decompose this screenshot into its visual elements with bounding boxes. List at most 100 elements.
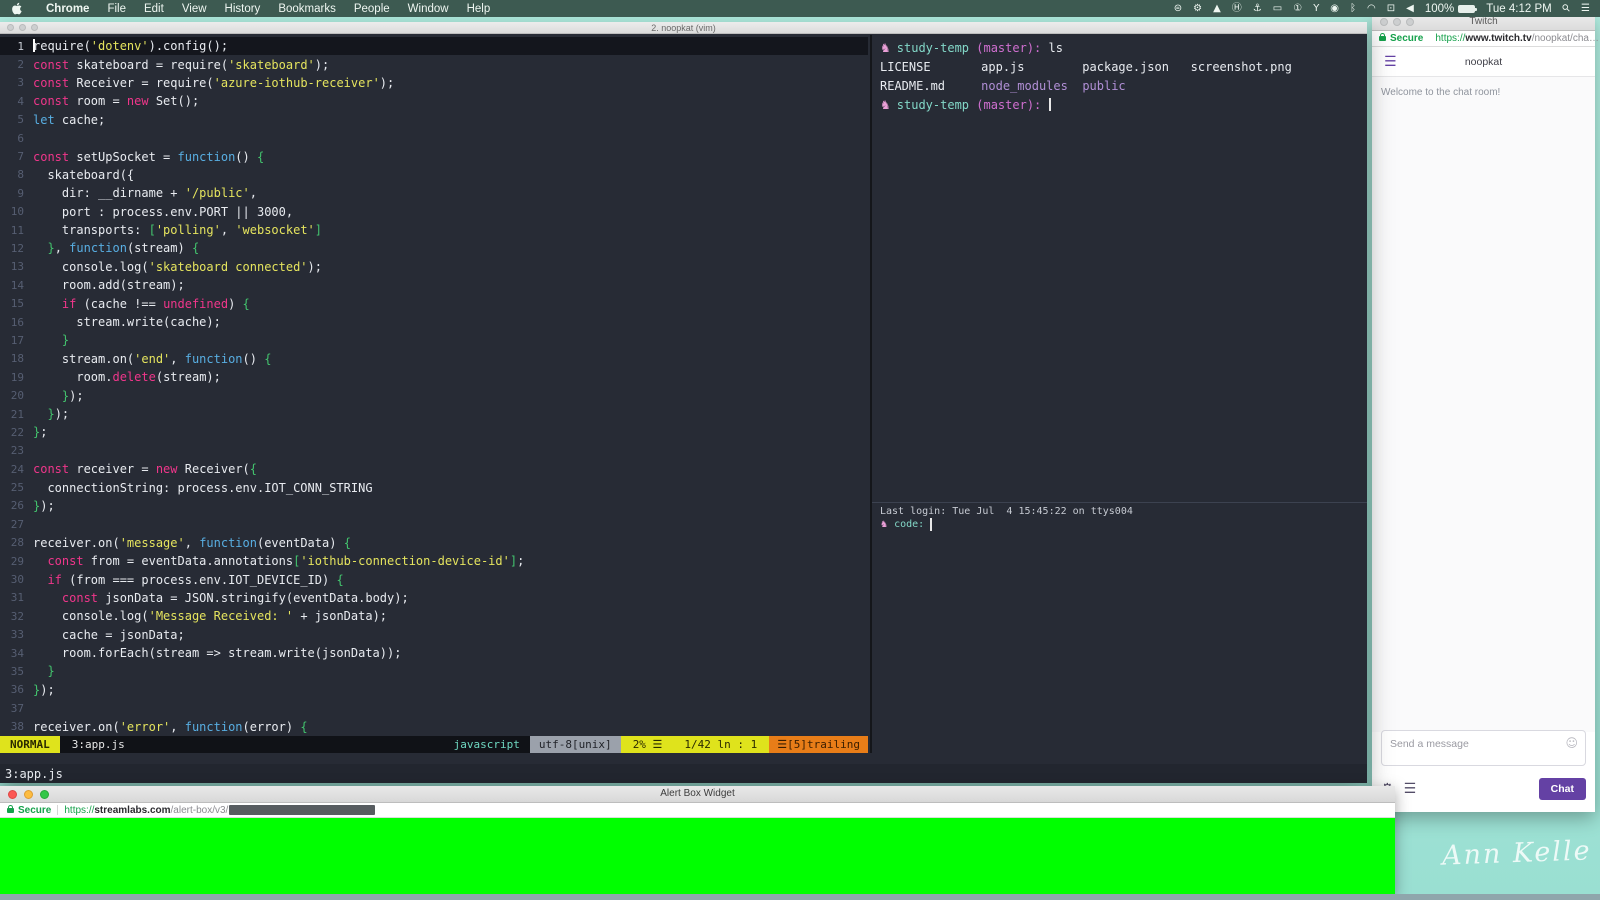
menu-clock[interactable]: Tue 4:12 PM <box>1486 3 1551 15</box>
battery-indicator[interactable]: 100% <box>1425 3 1478 15</box>
alertbox-url-bar[interactable]: Secure https://streamlabs.com/alert-box/… <box>0 803 1395 818</box>
code-line[interactable]: 9 dir: __dirname + '/public', <box>0 184 868 202</box>
code-line[interactable]: 10 port : process.env.PORT || 3000, <box>0 203 868 221</box>
close-button[interactable] <box>1380 18 1388 26</box>
notification-center-icon[interactable]: ☰ <box>1581 0 1590 17</box>
terminal-titlebar[interactable]: 2. noopkat (vim) <box>0 22 1367 34</box>
tmux-window-name: 3:app.js <box>5 766 63 781</box>
line-number: 32 <box>10 609 24 623</box>
bluetooth-icon[interactable]: ᛒ <box>1350 0 1356 17</box>
emote-picker-icon[interactable]: ☺ <box>1565 736 1578 750</box>
code-line[interactable]: 22}; <box>0 423 868 441</box>
code-line[interactable]: 12 }, function(stream) { <box>0 239 868 257</box>
menu-chrome[interactable]: Chrome <box>37 3 98 15</box>
clock-icon[interactable]: ① <box>1293 0 1302 17</box>
code-line[interactable]: 33 cache = jsonData; <box>0 626 868 644</box>
vim-editor-pane[interactable]: 1 require('dotenv').config(); 2 const skate… <box>0 35 868 753</box>
alertbox-titlebar[interactable]: Alert Box Widget <box>0 786 1395 803</box>
zoom-button[interactable] <box>40 789 49 799</box>
menu-window[interactable]: Window <box>399 3 458 15</box>
code-line[interactable]: 2 const skateboard = require('skateboard'… <box>0 55 868 73</box>
code-line[interactable]: 8 skateboard({ <box>0 166 868 184</box>
minimize-button[interactable] <box>19 24 26 31</box>
code-line[interactable]: 17 } <box>0 331 868 349</box>
code-line[interactable]: 21 }); <box>0 405 868 423</box>
code-line[interactable]: 23 <box>0 442 868 460</box>
code-line[interactable]: 11 transports: ['polling', 'websocket'] <box>0 221 868 239</box>
triangle-icon[interactable]: ▲ <box>1213 0 1221 17</box>
code-line[interactable]: 1 require('dotenv').config(); <box>0 37 868 56</box>
code-line[interactable]: 27 <box>0 515 868 533</box>
code-token: ) <box>228 296 243 311</box>
code-token: } <box>47 407 55 421</box>
code-line[interactable]: 26}); <box>0 497 868 515</box>
code-line[interactable]: 16 stream.write(cache); <box>0 313 868 331</box>
twitch-url-bar[interactable]: Secure https://www.twitch.tv/noopkat/cha… <box>1372 31 1599 47</box>
menu-bookmarks[interactable]: Bookmarks <box>269 3 345 15</box>
zoom-button[interactable] <box>1406 18 1414 26</box>
minimize-button[interactable] <box>1393 18 1401 26</box>
code-line[interactable]: 28 receiver.on('message', function(eventD… <box>0 534 868 552</box>
code-text: receiver.on('error', function(error) { <box>33 720 308 734</box>
code-line[interactable]: 19 room.delete(stream); <box>0 368 868 386</box>
zoom-button[interactable] <box>31 24 38 31</box>
window-controls <box>7 24 38 31</box>
docker-icon[interactable]: ⚓ <box>1253 0 1262 17</box>
wifi-icon[interactable]: ◠ <box>1367 0 1376 17</box>
code-line[interactable]: 30 if (from === process.env.IOT_DEVICE_I… <box>0 570 868 588</box>
code-line[interactable]: 7 const setUpSocket = function() { <box>0 147 868 165</box>
spotlight-search-icon[interactable]: ⚲ <box>1558 0 1575 17</box>
shell-prompt[interactable]: ♞ code: <box>880 518 1363 531</box>
code-line[interactable]: 3 const Receiver = require('azure-iothub-… <box>0 74 868 92</box>
y-icon[interactable]: Y <box>1313 0 1319 17</box>
minimize-button[interactable] <box>24 789 33 799</box>
code-line[interactable]: 25 connectionString: process.env.IOT_CON… <box>0 478 868 496</box>
code-line[interactable]: 14 room.add(stream); <box>0 276 868 294</box>
code-line[interactable]: 35 } <box>0 662 868 680</box>
close-button[interactable] <box>8 789 17 799</box>
close-button[interactable] <box>7 24 14 31</box>
h-badge-icon[interactable]: Ⓗ <box>1232 0 1242 17</box>
code-line[interactable]: 34 room.forEach(stream => stream.write(j… <box>0 644 868 662</box>
shell-bottom-pane[interactable]: Last login: Tue Jul 4 15:45:22 on ttys00… <box>880 505 1363 531</box>
code-line[interactable]: 6 <box>0 129 868 147</box>
menu-file[interactable]: File <box>98 3 135 15</box>
code-line[interactable]: 15 if (cache !== undefined) { <box>0 294 868 312</box>
code-line[interactable]: 18 stream.on('end', function() { <box>0 350 868 368</box>
shell-pane[interactable]: ♞ study-temp (master): ls LICENSE app.js p… <box>870 35 1367 753</box>
menu-edit[interactable]: Edit <box>135 3 173 15</box>
code-line[interactable]: 37 <box>0 699 868 717</box>
code-line[interactable]: 29 const from = eventData.annotations['i… <box>0 552 868 570</box>
airplay-icon[interactable]: ⊡ <box>1387 0 1395 17</box>
pane-divider[interactable] <box>872 502 1367 503</box>
apple-icon[interactable] <box>12 2 23 15</box>
vim-line-col: 1/42 ln : 1 <box>684 738 758 751</box>
menu-view[interactable]: View <box>173 3 216 15</box>
code-line[interactable]: 38 receiver.on('error', function(error) { <box>0 717 868 735</box>
menu-people[interactable]: People <box>345 3 399 15</box>
volume-icon[interactable]: ◀ <box>1406 0 1414 17</box>
chat-input[interactable]: Send a message ☺ <box>1381 730 1586 766</box>
code-line[interactable]: 32 console.log('Message Received: ' + js… <box>0 607 868 625</box>
code-token: { <box>336 572 344 587</box>
window-icon[interactable]: ▭ <box>1273 0 1282 17</box>
code-line[interactable]: 5 let cache; <box>0 111 868 129</box>
chat-send-button[interactable]: Chat <box>1538 778 1586 800</box>
gear-icon[interactable]: ⚙ <box>1193 0 1202 17</box>
code-line[interactable]: 24 const receiver = new Receiver({ <box>0 460 868 478</box>
menu-history[interactable]: History <box>216 3 270 15</box>
line-number: 30 <box>10 573 24 587</box>
code-line[interactable]: 20 }); <box>0 386 868 404</box>
code-line[interactable]: 31 const jsonData = JSON.stringify(event… <box>0 589 868 607</box>
chat-message-list[interactable]: Welcome to the chat room! <box>1372 77 1595 732</box>
eye-icon[interactable]: ◉ <box>1330 0 1339 17</box>
code-line[interactable]: 13 console.log('skateboard connected'); <box>0 258 868 276</box>
shell-output: ♞ study-temp (master): ls LICENSE app.js p… <box>880 39 1363 114</box>
circle-icon[interactable]: ⊜ <box>1174 0 1182 17</box>
menu-help[interactable]: Help <box>458 3 500 15</box>
code-line[interactable]: 36}); <box>0 681 868 699</box>
code-line[interactable]: 4 const room = new Set(); <box>0 92 868 110</box>
code-token: transports: <box>33 223 149 238</box>
viewer-list-icon[interactable]: ☰ <box>1404 781 1417 797</box>
